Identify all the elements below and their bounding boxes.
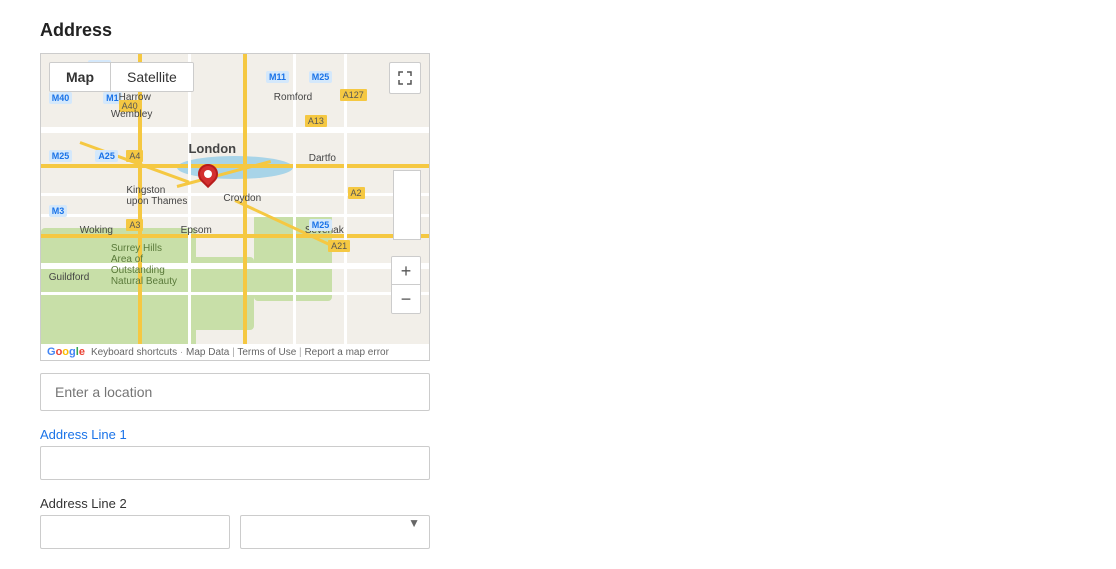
map-zoom-out[interactable]: −: [392, 285, 420, 313]
map-footer-links: Keyboard shortcuts · Map Data | Terms of…: [91, 347, 389, 358]
road-v2: [293, 54, 296, 344]
map-zoom-in[interactable]: +: [392, 257, 420, 285]
road-a40: [41, 164, 429, 168]
map-canvas[interactable]: M25 M11 M25 M40 M1 A127 A40 A13 Harrow W…: [41, 54, 429, 344]
road-h2: [41, 214, 429, 217]
map-marker: [198, 164, 218, 192]
location-input[interactable]: [40, 373, 430, 411]
road-v1: [188, 54, 191, 344]
address-line2-input[interactable]: [40, 515, 230, 549]
map-fullscreen-button[interactable]: [389, 62, 421, 94]
road-h1: [41, 193, 429, 196]
address-line2-select-label: [240, 496, 430, 511]
map-zoom-controls: + −: [391, 256, 421, 314]
google-logo: Google: [47, 346, 85, 358]
marker-head: [194, 160, 222, 188]
road-m25-bottom: [41, 263, 429, 269]
address-line2-left: Address Line 2: [40, 496, 230, 549]
address-line1-input[interactable]: [40, 446, 430, 480]
zoom-slider-track: [393, 170, 421, 240]
road-m25-top: [41, 127, 429, 133]
road-a3: [41, 234, 429, 238]
address-line2-right: ▼: [240, 496, 430, 549]
label-a3: A3: [126, 219, 143, 231]
location-input-wrap: [40, 373, 430, 411]
road-v-m1: [138, 54, 142, 344]
map-visual: M25 M11 M25 M40 M1 A127 A40 A13 Harrow W…: [41, 54, 429, 344]
road-h3: [41, 292, 429, 295]
label-a4: A4: [126, 150, 143, 162]
map-tab-satellite[interactable]: Satellite: [111, 63, 193, 91]
map-widget: Map Satellite: [40, 53, 430, 361]
road-v-a13: [243, 54, 247, 344]
address-line2-label: Address Line 2: [40, 496, 230, 511]
map-footer: Google Keyboard shortcuts · Map Data | T…: [41, 344, 429, 360]
label-a127: A127: [340, 89, 367, 101]
report-link[interactable]: Report a map error: [304, 347, 388, 358]
page-container: Address Map Satellite: [0, 0, 700, 569]
keyboard-shortcuts-link[interactable]: Keyboard shortcuts: [91, 347, 177, 358]
label-a13: A13: [305, 115, 327, 127]
map-type-controls: Map Satellite: [49, 62, 194, 92]
terms-link[interactable]: Terms of Use: [237, 347, 296, 358]
marker-dot: [202, 169, 213, 180]
address-line1-label: Address Line 1: [40, 427, 430, 442]
label-a21: A21: [328, 240, 350, 252]
map-tab-map[interactable]: Map: [50, 63, 111, 91]
map-data-link[interactable]: Map Data: [186, 347, 229, 358]
address-line2-select[interactable]: [240, 515, 430, 549]
section-title: Address: [40, 20, 660, 41]
label-a2: A2: [348, 187, 365, 199]
address-line2-section: Address Line 2 ▼: [40, 496, 430, 549]
address-line1-section: Address Line 1: [40, 427, 430, 480]
label-a40: A40: [119, 100, 141, 112]
